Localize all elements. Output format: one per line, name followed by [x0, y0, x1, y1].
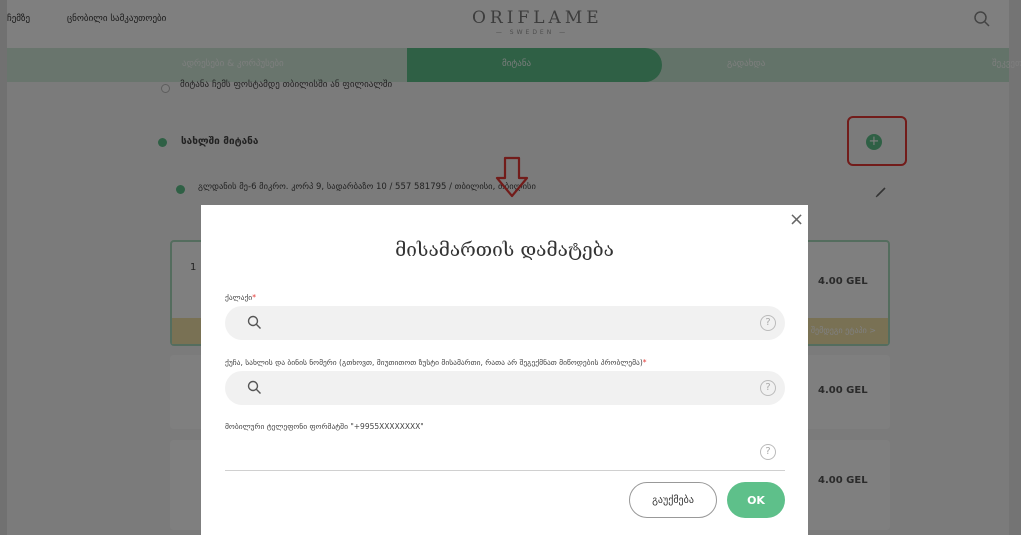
city-label: ქალაქი*: [225, 293, 256, 302]
phone-label: მობილური ტელეფონი ფორმატში "+9955XXXXXXX…: [225, 422, 424, 431]
required-marker: *: [642, 358, 647, 367]
cancel-button[interactable]: გაუქმება: [629, 482, 717, 518]
phone-underline: [225, 470, 785, 471]
search-icon: [247, 380, 261, 394]
help-icon[interactable]: ?: [760, 315, 776, 331]
close-icon[interactable]: ×: [789, 211, 804, 229]
street-input[interactable]: [265, 379, 735, 397]
help-icon[interactable]: ?: [760, 380, 776, 396]
help-icon[interactable]: ?: [760, 444, 776, 460]
city-field[interactable]: ?: [225, 306, 785, 340]
modal-title: მისამართის დამატება: [395, 239, 614, 261]
city-label-text: ქალაქი: [225, 293, 253, 302]
phone-input[interactable]: [225, 447, 725, 467]
street-label: ქუჩა, სახლის და ბინის ნომერი (გთხოვთ, მი…: [225, 358, 647, 367]
street-field[interactable]: ?: [225, 371, 785, 405]
ok-button[interactable]: OK: [727, 482, 785, 518]
street-label-text: ქუჩა, სახლის და ბინის ნომერი (გთხოვთ, მი…: [225, 358, 643, 367]
required-marker: *: [252, 293, 256, 302]
search-icon: [247, 315, 261, 329]
add-address-modal: × მისამართის დამატება ქალაქი* ? ქუჩა, სა…: [201, 205, 808, 535]
city-input[interactable]: [265, 314, 735, 332]
